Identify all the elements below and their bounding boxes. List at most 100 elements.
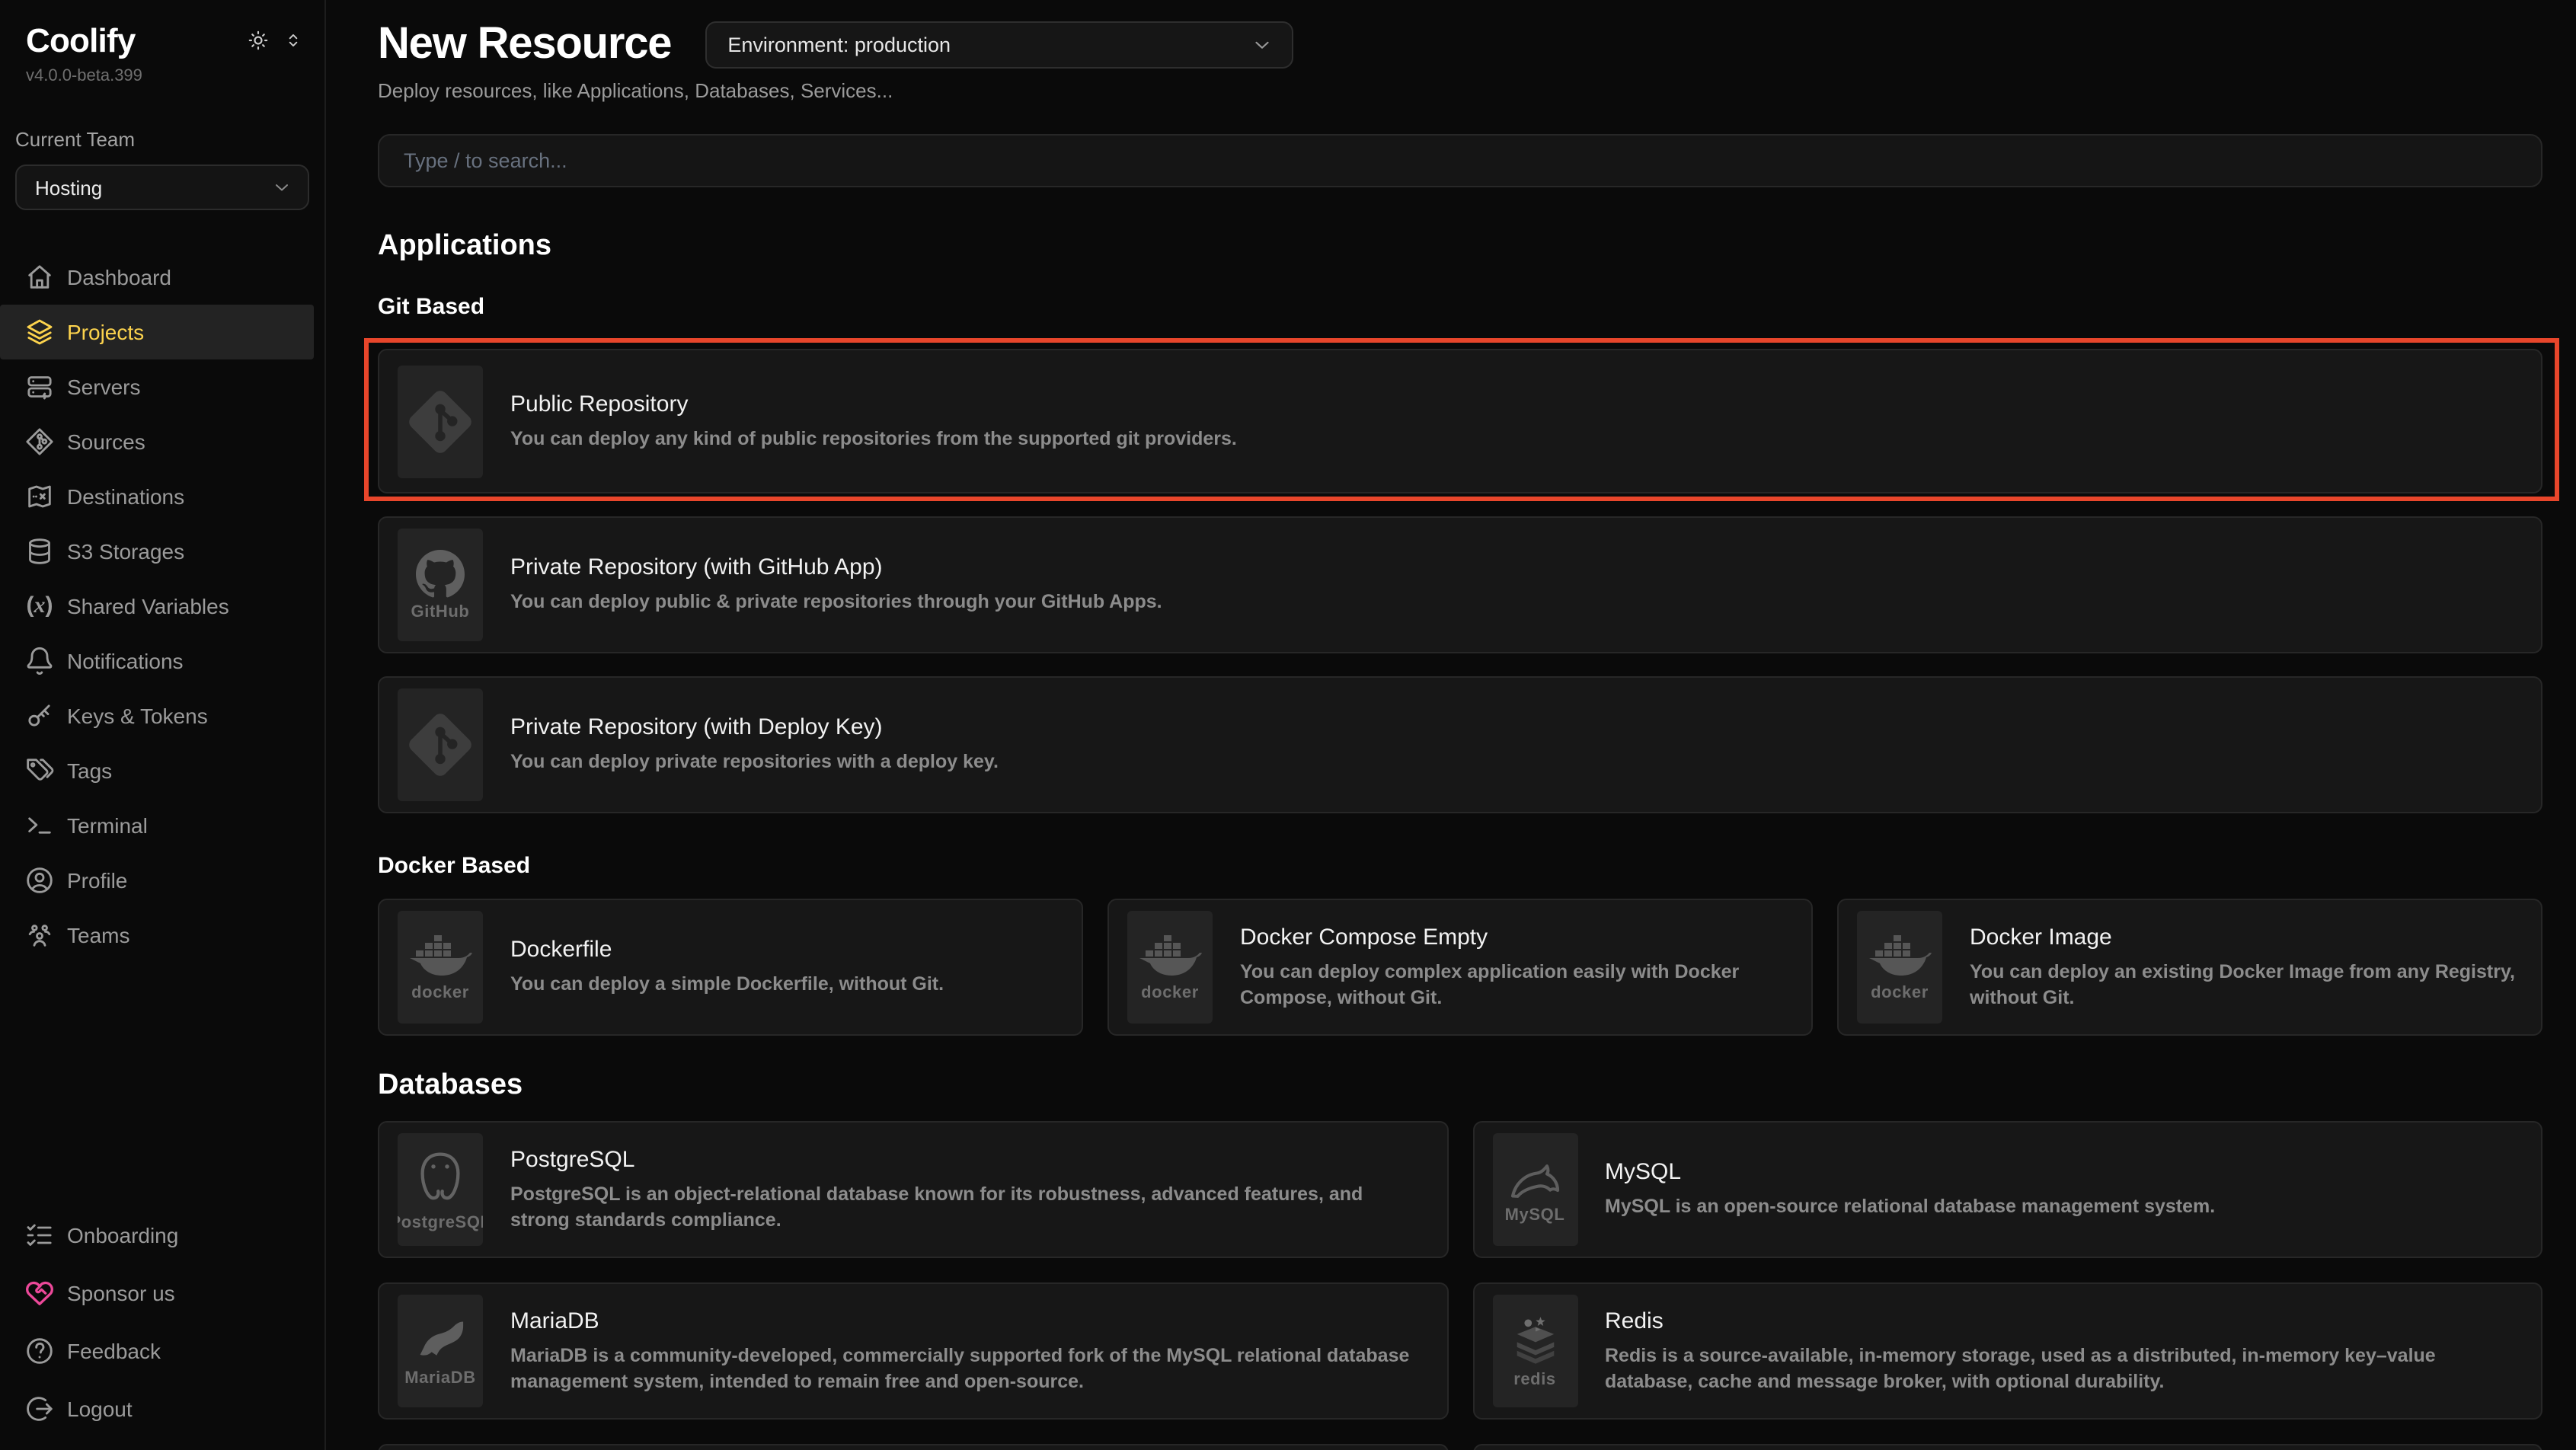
mysql-logo-tile: MySQL xyxy=(1492,1133,1577,1246)
logout-icon xyxy=(24,1394,55,1424)
mysql-wordmark: MySQL xyxy=(1505,1206,1565,1224)
environment-select-value: Environment: production xyxy=(727,34,951,56)
postgresql-wordmark: PostgreSQL xyxy=(398,1213,483,1231)
map-icon xyxy=(24,481,55,512)
sidebar-item-s3-storages[interactable]: S3 Storages xyxy=(0,524,324,579)
sidebar-item-sponsor-us[interactable]: Sponsor us xyxy=(0,1264,324,1322)
chevron-down-icon xyxy=(1250,34,1273,56)
sidebar-item-teams[interactable]: Teams xyxy=(0,908,324,963)
mariadb-wordmark: MariaDB xyxy=(404,1369,475,1387)
chevron-down-icon xyxy=(271,177,292,198)
card-title: Docker Image xyxy=(1970,924,2517,951)
users-icon xyxy=(24,920,55,950)
sidebar-item-projects[interactable]: Projects xyxy=(0,305,314,359)
card-description: You can deploy any kind of public reposi… xyxy=(510,426,1237,452)
search-input[interactable] xyxy=(401,148,2520,174)
sidebar-item-dashboard[interactable]: Dashboard xyxy=(0,250,324,305)
app-window: Coolify v4.0.0-beta.399 Current Team Hos… xyxy=(0,0,2576,1450)
card-description: You can deploy public & private reposito… xyxy=(510,589,1162,615)
sidebar-item-feedback[interactable]: Feedback xyxy=(0,1322,324,1380)
team-select[interactable]: Hosting xyxy=(15,164,309,210)
resource-card-deploy-key[interactable]: Private Repository (with Deploy Key) You… xyxy=(378,676,2542,813)
home-icon xyxy=(24,262,55,292)
environment-select[interactable]: Environment: production xyxy=(705,21,1293,69)
card-title: MySQL xyxy=(1605,1159,2215,1187)
card-description: Redis is a source-available, in-memory s… xyxy=(1605,1343,2517,1394)
sidebar-item-sources[interactable]: Sources xyxy=(0,414,324,469)
resource-card-public-repository[interactable]: Public Repository You can deploy any kin… xyxy=(378,349,2542,493)
theme-toggle-icon[interactable] xyxy=(247,29,270,52)
mysql-icon xyxy=(1506,1155,1564,1201)
sidebar-item-tags[interactable]: Tags xyxy=(0,743,324,798)
parentheses-x-icon: (x) xyxy=(24,591,55,621)
resource-card-partial-left[interactable] xyxy=(378,1444,1448,1450)
user-circle-icon xyxy=(24,865,55,896)
sidebar-item-terminal[interactable]: Terminal xyxy=(0,798,324,853)
redis-logo-tile: redis xyxy=(1492,1295,1577,1407)
resource-card-partial-right[interactable] xyxy=(1472,1444,2542,1450)
sidebar-item-notifications[interactable]: Notifications xyxy=(0,634,324,688)
app-logo: Coolify xyxy=(26,21,136,61)
resource-card-redis[interactable]: redis Redis Redis is a source-available,… xyxy=(1472,1282,2542,1420)
resource-card-github-app[interactable]: GitHub Private Repository (with GitHub A… xyxy=(378,516,2542,653)
resource-card-mariadb[interactable]: MariaDB MariaDB MariaDB is a community-d… xyxy=(378,1282,1448,1420)
sidebar-item-onboarding[interactable]: Onboarding xyxy=(0,1206,324,1264)
sidebar-item-destinations[interactable]: Destinations xyxy=(0,469,324,524)
git-icon xyxy=(401,705,480,784)
bell-icon xyxy=(24,646,55,676)
resource-card-postgresql[interactable]: PostgreSQL PostgreSQL PostgreSQL is an o… xyxy=(378,1121,1448,1258)
card-title: Dockerfile xyxy=(510,937,944,964)
resource-card-docker-image[interactable]: docker Docker Image You can deploy an ex… xyxy=(1837,899,2542,1036)
card-title: Public Repository xyxy=(510,391,1237,418)
sidebar-collapse-icon[interactable] xyxy=(283,30,303,50)
sidebar-item-keys-tokens[interactable]: Keys & Tokens xyxy=(0,688,324,743)
search-bar[interactable] xyxy=(378,134,2542,187)
sidebar-item-logout[interactable]: Logout xyxy=(0,1380,324,1438)
card-title: PostgreSQL xyxy=(510,1146,1422,1174)
page-subtitle: Deploy resources, like Applications, Dat… xyxy=(378,79,2542,102)
section-heading-applications: Applications xyxy=(378,230,2542,263)
git-logo-tile xyxy=(398,688,483,801)
team-select-value: Hosting xyxy=(35,176,102,199)
layers-icon xyxy=(24,317,55,347)
github-wordmark: GitHub xyxy=(411,602,470,621)
terminal-icon xyxy=(24,810,55,841)
resource-card-dockerfile[interactable]: docker Dockerfile You can deploy a simpl… xyxy=(378,899,1083,1036)
sidebar-nav: Dashboard Projects Servers Sources Desti… xyxy=(0,250,324,963)
page-title: New Resource xyxy=(378,20,671,69)
sidebar-item-profile[interactable]: Profile xyxy=(0,853,324,908)
redis-wordmark: redis xyxy=(1513,1370,1556,1388)
sidebar-item-shared-variables[interactable]: (x) Shared Variables xyxy=(0,579,324,634)
card-description: You can deploy a simple Dockerfile, with… xyxy=(510,972,944,998)
card-title: Redis xyxy=(1605,1308,2517,1335)
tags-icon xyxy=(24,755,55,786)
github-logo-tile: GitHub xyxy=(398,529,483,641)
mariadb-logo-tile: MariaDB xyxy=(398,1295,483,1407)
card-description: MariaDB is a community-developed, commer… xyxy=(510,1343,1422,1394)
card-description: PostgreSQL is an object-relational datab… xyxy=(510,1181,1422,1233)
docker-wordmark: docker xyxy=(411,983,469,1001)
redis-icon xyxy=(1507,1314,1562,1365)
git-branch-icon xyxy=(24,426,55,457)
docker-logo-tile: docker xyxy=(1857,911,1942,1024)
postgresql-logo-tile: PostgreSQL xyxy=(398,1133,483,1246)
docker-icon xyxy=(1868,933,1932,979)
card-title: MariaDB xyxy=(510,1308,1422,1335)
main-content: New Resource Environment: production Dep… xyxy=(326,0,2576,1450)
git-logo-tile xyxy=(398,365,483,477)
resource-card-docker-compose-empty[interactable]: docker Docker Compose Empty You can depl… xyxy=(1107,899,1813,1036)
heart-handshake-icon xyxy=(24,1278,55,1308)
github-icon xyxy=(416,549,465,598)
docker-wordmark: docker xyxy=(1871,983,1929,1001)
server-icon xyxy=(24,372,55,402)
subsection-heading-docker-based: Docker Based xyxy=(378,853,2542,880)
sidebar-item-servers[interactable]: Servers xyxy=(0,359,324,414)
current-team-label: Current Team xyxy=(0,128,324,151)
card-title: Private Repository (with GitHub App) xyxy=(510,554,1162,582)
resource-card-mysql[interactable]: MySQL MySQL MySQL is an open-source rela… xyxy=(1472,1121,2542,1258)
key-icon xyxy=(24,701,55,731)
subsection-heading-git-based: Git Based xyxy=(378,294,2542,321)
card-description: You can deploy an existing Docker Image … xyxy=(1970,959,2517,1011)
git-icon xyxy=(401,382,480,461)
docker-wordmark: docker xyxy=(1141,983,1199,1001)
